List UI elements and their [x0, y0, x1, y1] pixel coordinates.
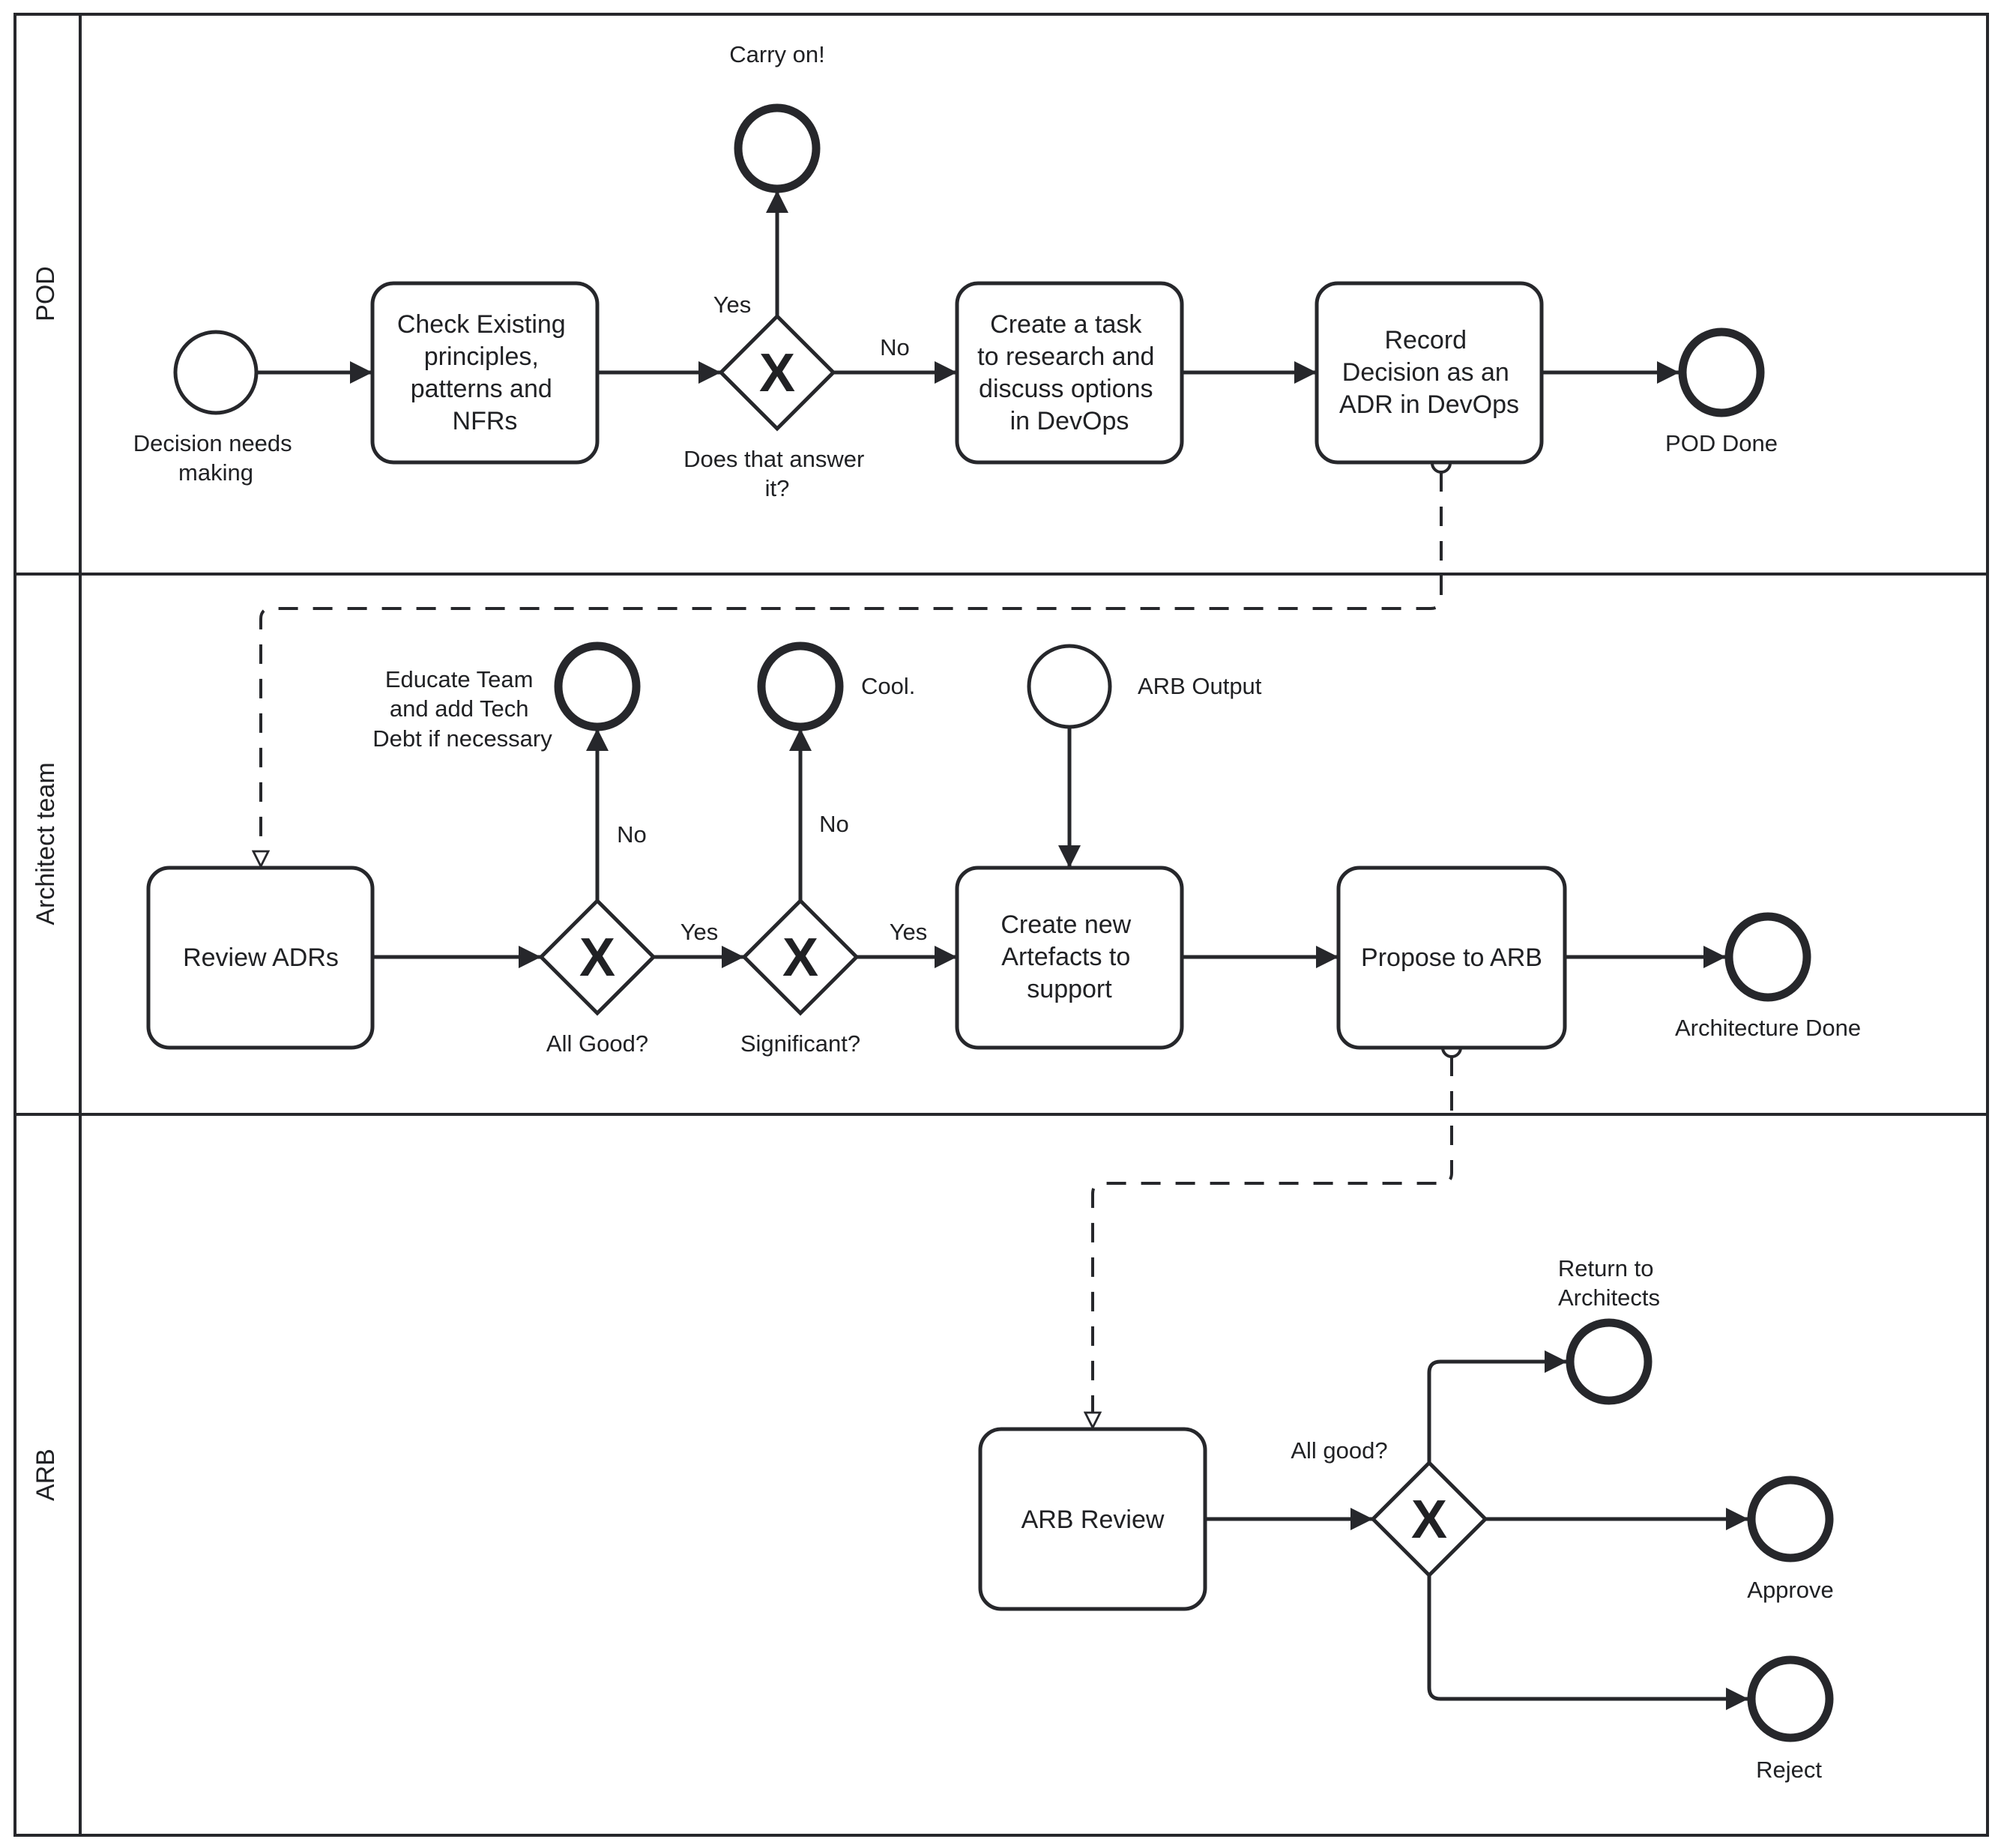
task-create-artefacts[interactable]: Create new Artefacts to support [955, 866, 1184, 1050]
flow-label-yes: Yes [890, 919, 928, 945]
event-label: Return to Architects [1558, 1255, 1660, 1311]
lane-architect-team: Architect team [31, 762, 60, 925]
task-record-decision[interactable]: Record Decision as an ADR in DevOps [1315, 281, 1544, 465]
gateway-x-icon: X [579, 928, 615, 988]
task-create-research[interactable]: Create a task to research and discuss op… [955, 281, 1184, 465]
start-event-decision-needed[interactable]: Decision needs making [133, 330, 299, 486]
end-event-cool[interactable]: Cool. [757, 641, 915, 731]
event-label: Educate Team and add Tech Debt if necess… [372, 666, 552, 752]
lane-title-architect-team: Architect team [31, 762, 60, 925]
start-event-arb-output[interactable]: ARB Output [1027, 644, 1262, 729]
gateway-x-icon: X [1411, 1490, 1447, 1550]
gateway-significant[interactable]: X Significant? [740, 898, 860, 1057]
event-label: ARB Output [1138, 673, 1262, 699]
flow-label-no: No [617, 821, 647, 848]
gateway-x-icon: X [759, 343, 795, 403]
event-label: Reject [1756, 1757, 1822, 1783]
end-event-pod-done[interactable]: POD Done [1665, 327, 1778, 456]
gateway-all-good-architect[interactable]: X All Good? [538, 898, 657, 1057]
end-event-reject[interactable]: Reject [1747, 1655, 1834, 1783]
message-flows [261, 472, 1453, 1428]
lane-arb: ARB [31, 1449, 60, 1501]
event-label: Cool. [861, 673, 915, 699]
message-flow-propose-to-arb-review[interactable] [1093, 1057, 1453, 1428]
lane-pod: POD [31, 266, 60, 321]
task-arb-review[interactable]: ARB Review [978, 1427, 1207, 1611]
event-label: POD Done [1665, 430, 1778, 456]
flow-label-yes: Yes [713, 292, 752, 318]
flow-label-no: No [880, 334, 910, 360]
gateway-all-good-arb[interactable]: X All good? [1291, 1437, 1488, 1578]
event-label: Decision needs making [133, 430, 299, 486]
flow-label-yes: Yes [680, 919, 719, 945]
flow-label-no: No [819, 811, 849, 837]
task-label: Review ADRs [183, 943, 339, 972]
gateway-x-icon: X [782, 928, 818, 988]
task-check-existing[interactable]: Check Existing principles, patterns and … [370, 281, 600, 465]
end-event-carry-on[interactable]: Carry on! [729, 41, 825, 193]
gateway-label: Does that answer it? [683, 446, 871, 501]
flow-gateway-to-reject[interactable] [1427, 1575, 1748, 1710]
lane-title-pod: POD [31, 266, 60, 321]
end-event-return-to-architects[interactable]: Return to Architects [1558, 1255, 1660, 1405]
flow-gateway-to-return[interactable] [1427, 1350, 1567, 1463]
event-label: Approve [1747, 1577, 1833, 1603]
task-propose-to-arb[interactable]: Propose to ARB [1336, 866, 1567, 1050]
task-review-adrs[interactable]: Review ADRs [146, 866, 375, 1050]
gateway-label: All Good? [546, 1030, 648, 1057]
end-event-architecture-done[interactable]: Architecture Done [1675, 912, 1861, 1041]
lane-title-arb: ARB [31, 1449, 60, 1501]
gateway-does-that-answer[interactable]: X Does that answer it? [683, 313, 871, 501]
task-label: ARB Review [1021, 1506, 1165, 1534]
task-label: Propose to ARB [1361, 943, 1542, 972]
bpmn-diagram: POD Architect team ARB Check Existing pr… [13, 13, 1989, 1837]
event-label: Architecture Done [1675, 1015, 1861, 1041]
gateway-label: Significant? [740, 1030, 860, 1057]
end-event-approve[interactable]: Approve [1747, 1476, 1834, 1603]
event-label: Carry on! [729, 41, 824, 67]
gateway-label: All good? [1291, 1437, 1387, 1464]
